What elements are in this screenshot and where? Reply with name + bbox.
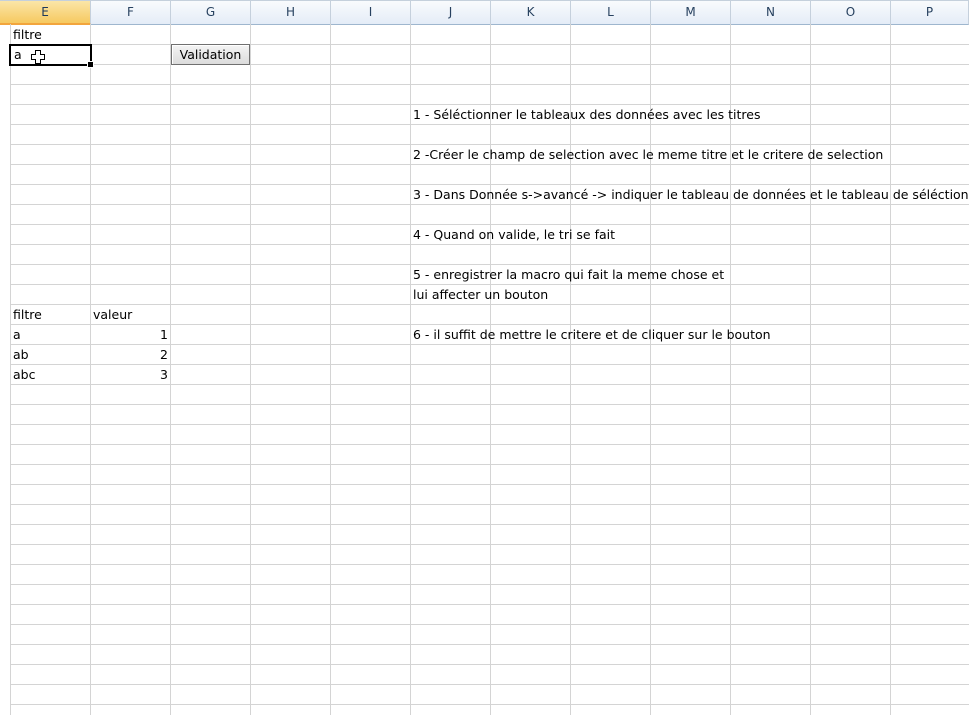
criteria-value: a (14, 47, 22, 62)
column-header-e[interactable]: E (0, 1, 91, 25)
table-header-filtre[interactable]: filtre (13, 305, 42, 325)
column-header-p[interactable]: P (891, 1, 969, 25)
column-header-m[interactable]: M (651, 1, 731, 25)
table-cell-filtre[interactable]: abc (13, 365, 35, 385)
instruction-1[interactable]: 1 - Séléctionner le tableaux des données… (413, 105, 760, 125)
column-header-n[interactable]: N (731, 1, 811, 25)
table-cell-valeur[interactable]: 3 (93, 365, 168, 385)
table-cell-filtre[interactable]: a (13, 325, 21, 345)
selected-cell[interactable]: a (9, 44, 94, 68)
table-cell-valeur[interactable]: 1 (93, 325, 168, 345)
criteria-header-cell[interactable]: filtre (13, 25, 42, 45)
column-header-g[interactable]: G (171, 1, 251, 25)
table-header-valeur[interactable]: valeur (93, 305, 132, 325)
instruction-3[interactable]: 3 - Dans Donnée s->avancé -> indiquer le… (413, 185, 969, 205)
fill-handle[interactable] (87, 61, 94, 68)
instruction-2[interactable]: 2 -Créer le champ de selection avec le m… (413, 145, 883, 165)
table-cell-valeur[interactable]: 2 (93, 345, 168, 365)
spreadsheet: E F G H I J K L M N O P filtre a Validat… (0, 0, 969, 715)
column-header-l[interactable]: L (571, 1, 651, 25)
instruction-5[interactable]: 5 - enregistrer la macro qui fait la mem… (413, 265, 724, 285)
instruction-5-continued[interactable]: lui affecter un bouton (413, 285, 548, 305)
instruction-4[interactable]: 4 - Quand on valide, le tri se fait (413, 225, 615, 245)
column-header-bar: E F G H I J K L M N O P (0, 0, 969, 25)
validation-button[interactable]: Validation (171, 44, 250, 65)
column-header-h[interactable]: H (251, 1, 331, 25)
column-header-k[interactable]: K (491, 1, 571, 25)
instruction-6[interactable]: 6 - il suffit de mettre le critere et de… (413, 325, 771, 345)
cursor-cross-icon (31, 50, 45, 64)
column-header-f[interactable]: F (91, 1, 171, 25)
column-header-i[interactable]: I (331, 1, 411, 25)
table-cell-filtre[interactable]: ab (13, 345, 29, 365)
column-header-o[interactable]: O (811, 1, 891, 25)
column-header-j[interactable]: J (411, 1, 491, 25)
